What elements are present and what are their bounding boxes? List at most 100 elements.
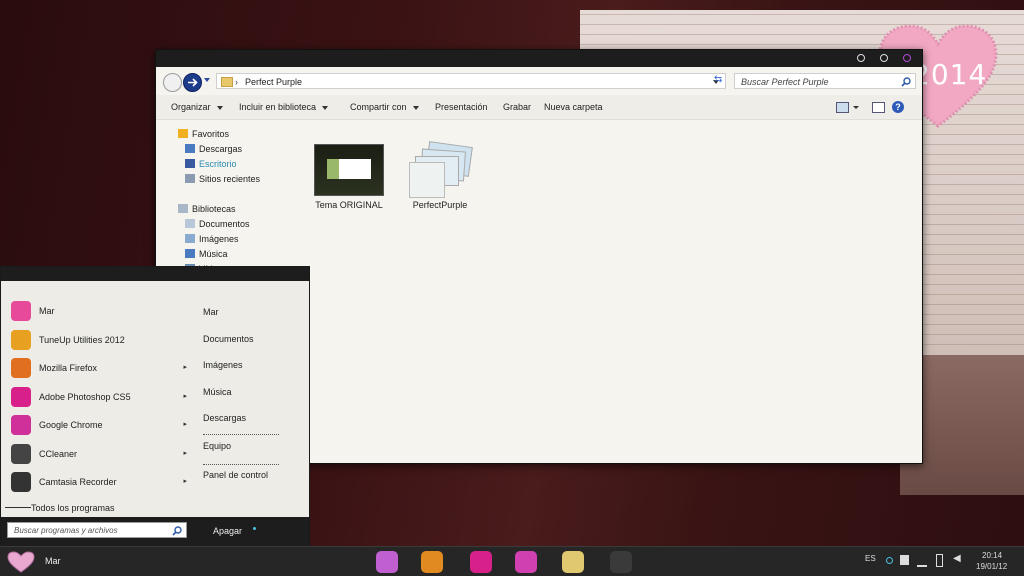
address-row: › Perfect Purple ⇆ Buscar Perfect Purple — [156, 67, 922, 95]
refresh-icon[interactable]: ⇆ — [714, 74, 722, 85]
chrome-icon — [11, 415, 31, 435]
nav-libraries[interactable]: Bibliotecas — [178, 204, 236, 214]
shutdown-button[interactable]: Apagar — [213, 526, 242, 536]
program-item[interactable]: Camtasia Recorder ▸ — [9, 471, 189, 493]
program-list: Mar TuneUp Utilities 2012 Mozilla Firefox ▸… — [1, 281, 193, 517]
program-label: TuneUp Utilities 2012 — [39, 334, 125, 345]
submenu-arrow-icon: ▸ — [183, 449, 187, 457]
start-menu-header — [1, 267, 309, 281]
program-item[interactable]: Mozilla Firefox ▸ — [9, 357, 189, 379]
shutdown-options-icon[interactable] — [253, 527, 256, 530]
toolbar-presentación[interactable]: Presentación — [435, 102, 488, 112]
program-item[interactable]: CCleaner ▸ — [9, 443, 189, 465]
nav-item-música-icon — [185, 249, 195, 258]
chevron-down-icon — [412, 105, 419, 110]
clock-time[interactable]: 20:14 — [982, 551, 1002, 560]
battery-icon[interactable] — [936, 554, 943, 567]
all-programs-link[interactable]: Todos los programas — [5, 503, 115, 513]
file-name: PerfectPurple — [412, 200, 468, 210]
program-search-input[interactable]: Buscar programas y archivos — [7, 522, 187, 538]
action-center-icon[interactable] — [900, 555, 909, 565]
photoshop-icon[interactable] — [470, 551, 492, 573]
all-programs-arrow-icon — [5, 507, 31, 508]
toolbar-label: Presentación — [435, 102, 488, 112]
nav-item-música[interactable]: Música — [185, 249, 228, 259]
taskbar-user-label: Mar — [45, 556, 61, 566]
volume-icon[interactable]: ◀ — [953, 553, 961, 564]
image-stack-icon — [405, 141, 475, 198]
start-menu-links: Mar Documentos Imágenes Música Descargas Equi… — [193, 281, 309, 517]
title-bar[interactable] — [156, 50, 922, 67]
menu-separator — [203, 464, 279, 465]
nav-label: Descargas — [199, 144, 243, 154]
explorer-icon[interactable] — [562, 551, 584, 573]
program-item[interactable]: Adobe Photoshop CS5 ▸ — [9, 386, 189, 408]
nav-label: Imágenes — [199, 234, 239, 244]
toolbar-grabar[interactable]: Grabar — [503, 102, 531, 112]
program-item[interactable]: TuneUp Utilities 2012 — [9, 329, 189, 351]
chevron-down-icon — [322, 105, 329, 110]
nav-item-documentos-icon — [185, 219, 195, 228]
toolbar-label: Grabar — [503, 102, 532, 112]
search-input[interactable]: Buscar Perfect Purple — [734, 73, 916, 89]
network-icon[interactable] — [917, 555, 927, 567]
clock-date[interactable]: 19/01/12 — [976, 562, 1007, 571]
toolbar-incluir-en-biblioteca[interactable]: Incluir en biblioteca — [239, 102, 329, 112]
toolbar-label: Nueva carpeta — [544, 102, 603, 112]
pictures-icon[interactable] — [376, 551, 398, 573]
view-options-icon[interactable] — [836, 102, 849, 113]
forward-button[interactable] — [183, 73, 202, 92]
command-bar: Organizar Incluir en biblioteca Compartir … — [156, 95, 922, 120]
start-link-música[interactable]: Música — [203, 387, 232, 397]
start-link-panel-de-control[interactable]: Panel de control — [203, 470, 268, 480]
tray-dot-icon[interactable] — [886, 557, 893, 564]
submenu-arrow-icon: ▸ — [183, 392, 187, 400]
nav-favorites[interactable]: Favoritos — [178, 129, 230, 139]
program-label: Adobe Photoshop CS5 — [39, 391, 131, 402]
camera-icon[interactable] — [610, 551, 632, 573]
nav-item-imágenes[interactable]: Imágenes — [185, 234, 239, 244]
program-label: Camtasia Recorder — [39, 477, 117, 487]
nav-item-descargas[interactable]: Descargas — [185, 144, 243, 154]
back-button[interactable] — [163, 73, 182, 92]
preview-pane-icon[interactable] — [872, 102, 885, 113]
firefox-icon[interactable] — [421, 551, 443, 573]
nav-item-escritorio[interactable]: Escritorio — [185, 159, 237, 169]
submenu-arrow-icon: ▸ — [183, 478, 187, 485]
maximize-button[interactable] — [880, 54, 888, 62]
file-item-0[interactable]: Tema ORIGINAL — [309, 144, 389, 210]
ccleaner-icon — [11, 443, 31, 464]
address-bar[interactable]: › Perfect Purple — [216, 73, 726, 89]
start-link-mar[interactable]: Mar — [203, 307, 219, 317]
file-name: Tema ORIGINAL — [315, 200, 383, 210]
toolbar-nueva-carpeta[interactable]: Nueva carpeta — [544, 102, 603, 112]
minimize-button[interactable] — [857, 54, 865, 62]
file-item-1[interactable]: PerfectPurple — [400, 141, 480, 210]
language-indicator[interactable]: ES — [865, 554, 876, 563]
program-item[interactable]: Google Chrome ▸ — [9, 414, 189, 436]
help-icon[interactable]: ? — [892, 101, 904, 113]
menu-separator — [203, 434, 279, 435]
close-button[interactable] — [903, 54, 911, 62]
start-button[interactable] — [7, 551, 35, 573]
start-link-equipo[interactable]: Equipo — [203, 441, 231, 451]
nav-item-imágenes-icon — [185, 234, 195, 243]
skype-icon[interactable] — [515, 551, 537, 573]
nav-item-sitios-recientes[interactable]: Sitios recientes — [185, 174, 260, 184]
toolbar-compartir-con[interactable]: Compartir con — [350, 102, 419, 112]
nav-item-documentos[interactable]: Documentos — [185, 219, 250, 229]
program-item[interactable]: Mar — [9, 300, 189, 322]
start-link-documentos[interactable]: Documentos — [203, 334, 254, 344]
submenu-arrow-icon: ▸ — [183, 364, 187, 371]
chevron-down-icon — [216, 105, 223, 110]
toolbar-organizar[interactable]: Organizar — [171, 102, 223, 112]
folder-icon — [221, 77, 233, 87]
program-label: Mar — [39, 306, 55, 316]
view-dropdown-icon[interactable] — [853, 106, 859, 109]
submenu-arrow-icon: ▸ — [183, 421, 187, 428]
start-link-imágenes[interactable]: Imágenes — [203, 360, 243, 370]
taskbar: Mar ES ◀ 20:14 19/01/12 — [0, 546, 1024, 576]
nav-label: Favoritos — [192, 129, 230, 139]
start-link-descargas[interactable]: Descargas — [203, 413, 246, 423]
history-dropdown-icon[interactable] — [204, 78, 210, 82]
